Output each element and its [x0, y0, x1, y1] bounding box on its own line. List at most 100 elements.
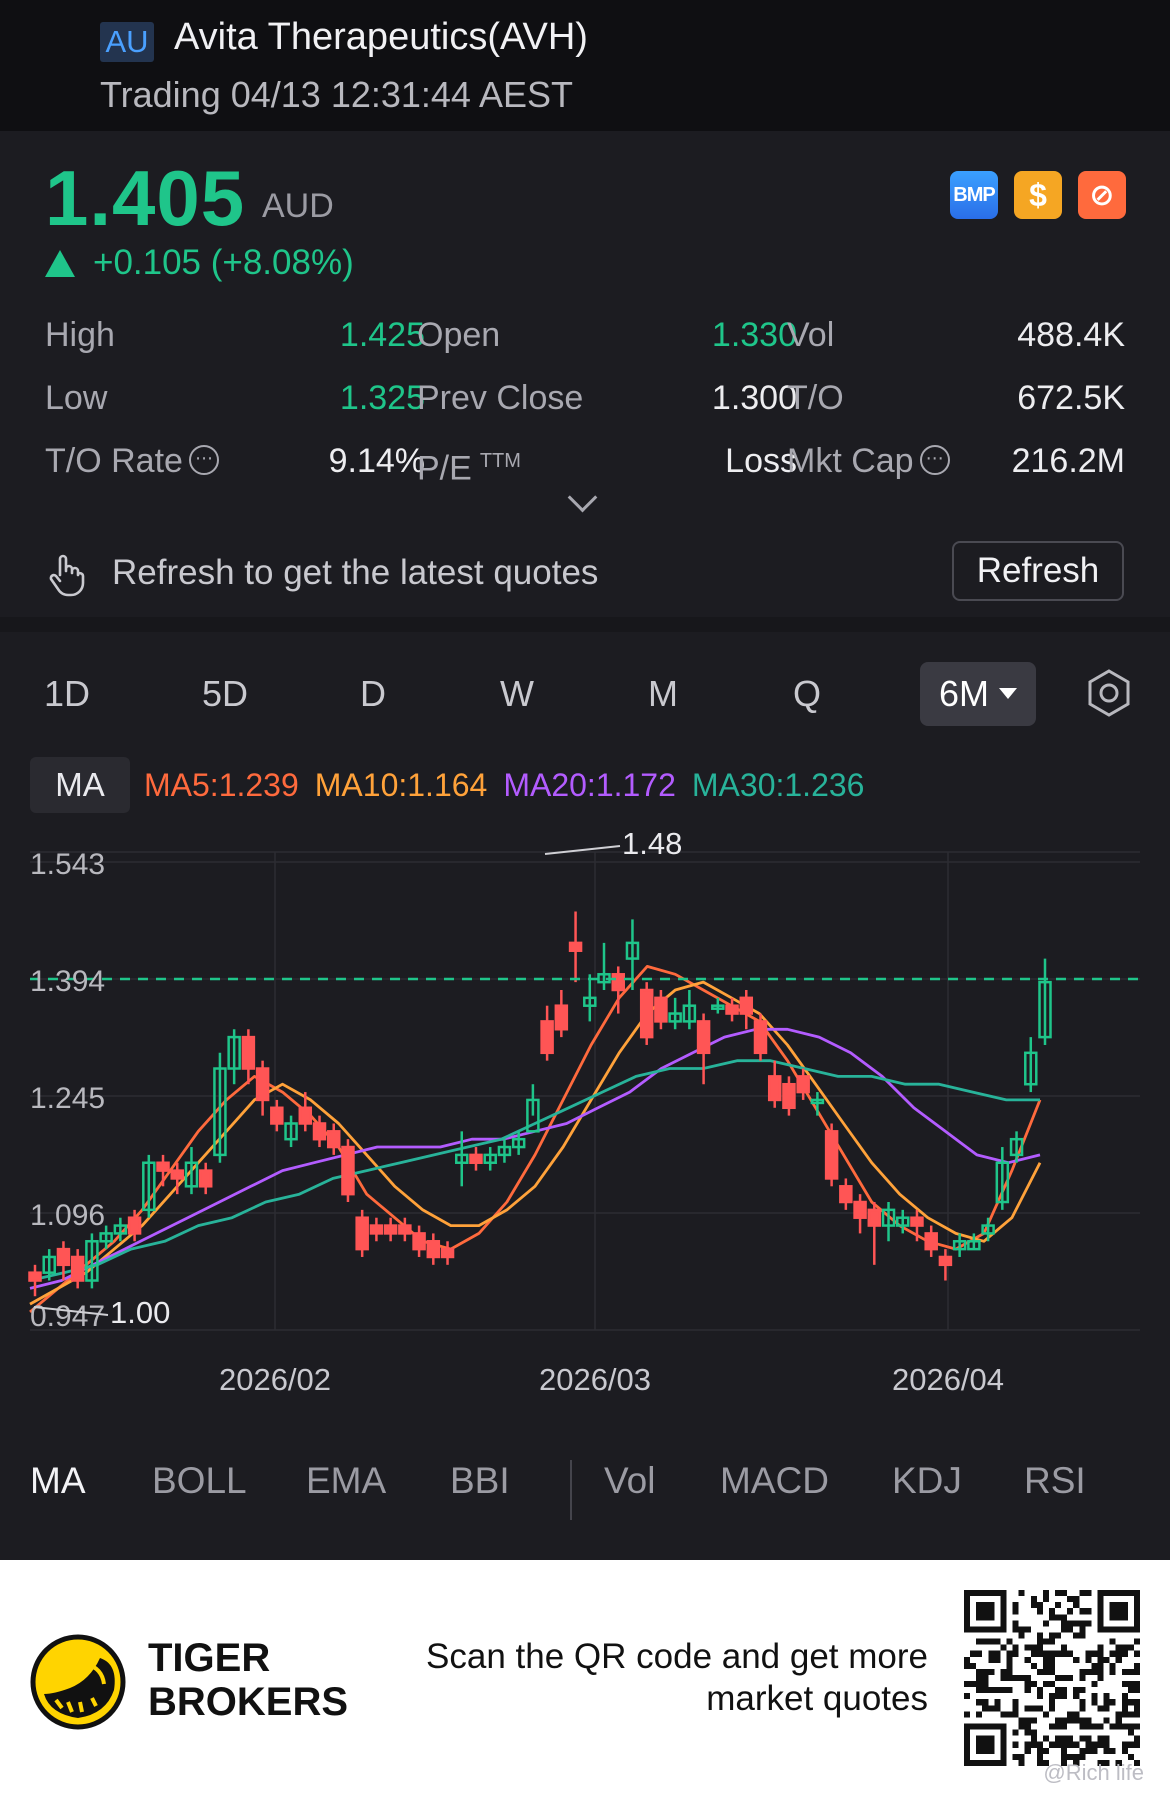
chart-settings-icon[interactable]	[1084, 668, 1134, 718]
stat-value-open: 1.330	[711, 316, 797, 354]
stat-value-high: 1.425	[339, 316, 425, 354]
ma-line-ma10	[29, 980, 1042, 1306]
watermark-text: @Rich life	[1043, 1760, 1144, 1785]
candle-body	[326, 1130, 341, 1149]
stat-value-vol: 488.4K	[1017, 316, 1125, 354]
stock-name: Avita Therapeutics(AVH)	[174, 16, 588, 58]
ma10-value: MA10:1.164	[314, 766, 488, 803]
hand-pointer-icon	[49, 554, 85, 597]
stat-label-turnover-rate: T/O Rate ⋯	[45, 437, 219, 485]
price-change: +0.105 (+8.08%)	[45, 243, 354, 283]
tab-vol[interactable]: Vol	[604, 1460, 655, 1502]
stat-label-high: High	[45, 316, 115, 354]
tab-ma[interactable]: MA	[30, 1460, 86, 1502]
candle-body	[56, 1247, 71, 1267]
bmp-icon[interactable]: BMP	[950, 171, 998, 219]
candle-body	[853, 1200, 867, 1219]
candle-body	[824, 1130, 839, 1180]
trading-status: Trading 04/13 12:31:44 AEST	[100, 74, 573, 115]
dollar-icon[interactable]: $	[1014, 171, 1062, 219]
up-arrow-icon	[45, 249, 75, 277]
low-label: 1.00	[110, 1295, 170, 1330]
candle-body	[867, 1208, 882, 1227]
candle-body	[469, 1153, 483, 1164]
candle-body	[568, 941, 583, 952]
ma-line-ma5	[29, 964, 1042, 1313]
candle-body	[767, 1075, 782, 1102]
y-tick-label: 1.096	[30, 1199, 105, 1232]
candle-body	[156, 1161, 170, 1172]
candle-body	[383, 1224, 398, 1235]
feature-icons: BMP $ ⊘	[950, 171, 1126, 219]
chart-panel: 1D 5D D W M Q 6M MA MA5:1.239 MA10:1.164…	[0, 632, 1170, 1560]
promo-footer: TIGER BROKERS Scan the QR code and get m…	[0, 1560, 1170, 1800]
tab-ema[interactable]: EMA	[306, 1460, 386, 1502]
tab-boll[interactable]: BOLL	[152, 1460, 247, 1502]
price-change-value: +0.105 (+8.08%)	[93, 243, 354, 282]
qr-code-image	[964, 1590, 1140, 1766]
candle-body	[910, 1216, 924, 1227]
tab-6m-dropdown[interactable]: 6M	[920, 662, 1036, 726]
x-tick-label: 2026/03	[539, 1362, 651, 1397]
candle-body	[198, 1169, 213, 1188]
tab-month[interactable]: M	[618, 662, 708, 726]
candle-body	[369, 1224, 384, 1235]
y-tick-label: 1.394	[30, 965, 105, 998]
tab-rsi[interactable]: RSI	[1024, 1460, 1086, 1502]
tab-5d[interactable]: 5D	[180, 662, 270, 726]
stat-label-open: Open	[417, 316, 501, 354]
last-price: 1.405	[45, 154, 246, 242]
candle-body	[654, 996, 668, 1023]
ban-icon[interactable]: ⊘	[1078, 171, 1126, 219]
tab-quarter[interactable]: Q	[762, 662, 852, 726]
candle-body	[611, 973, 625, 992]
candle-body	[753, 1020, 768, 1055]
candle-body	[241, 1035, 256, 1070]
stat-value-turnover: 672.5K	[1017, 379, 1125, 417]
stat-label-vol: Vol	[787, 316, 835, 354]
candlestick-chart[interactable]: 1.543 1.394 1.245 1.096 0.947 2026/02 2026/03…	[0, 812, 1170, 1442]
candle-body	[725, 1004, 739, 1015]
ma-selector[interactable]: MA	[30, 757, 130, 813]
candle-body	[796, 1075, 810, 1094]
tab-1d[interactable]: 1D	[22, 662, 112, 726]
stat-label-pe: P/E TTM	[417, 449, 521, 488]
candle-body	[639, 988, 654, 1039]
ma20-value: MA20:1.172	[503, 766, 676, 803]
caret-down-icon	[999, 687, 1017, 699]
candle-body	[924, 1232, 938, 1251]
tab-bbi[interactable]: BBI	[450, 1460, 510, 1502]
indicator-tabs: MA BOLL EMA BBI Vol MACD KDJ RSI	[0, 1450, 1170, 1530]
candle-body	[341, 1145, 355, 1196]
x-tick-label: 2026/04	[892, 1362, 1004, 1397]
high-marker-line	[544, 845, 621, 855]
x-tick-label: 2026/02	[219, 1362, 331, 1397]
brand-name: TIGER BROKERS	[148, 1636, 349, 1724]
ma30-value: MA30:1.236	[691, 766, 865, 803]
candle-body	[426, 1240, 441, 1259]
refresh-hint: Refresh to get the latest quotes	[112, 553, 599, 592]
tab-separator	[570, 1460, 572, 1520]
quote-panel: 1.405 AUD +0.105 (+8.08%) BMP $ ⊘ High 1…	[0, 131, 1170, 617]
tab-week[interactable]: W	[472, 662, 562, 726]
tab-kdj[interactable]: KDJ	[892, 1460, 962, 1502]
refresh-button[interactable]: Refresh	[952, 541, 1124, 601]
refresh-bar: Refresh to get the latest quotes Refresh	[0, 541, 1170, 617]
candle-body	[540, 1020, 554, 1055]
tab-macd[interactable]: MACD	[720, 1460, 829, 1502]
currency-label: AUD	[262, 187, 334, 225]
y-tick-label: 1.245	[30, 1082, 105, 1115]
candle-body	[412, 1232, 426, 1251]
candle-body	[312, 1122, 327, 1141]
stats-row: Low 1.325 Prev Close 1.300 T/O 672.5K	[45, 374, 1125, 437]
ma-legend: MA MA5:1.239 MA10:1.164 MA20:1.172 MA30:…	[30, 756, 880, 814]
tab-day[interactable]: D	[328, 662, 418, 726]
scan-prompt: Scan the QR code and get more market quo…	[426, 1637, 928, 1718]
candle-body	[28, 1271, 42, 1282]
info-icon[interactable]: ⋯	[188, 445, 219, 476]
stat-label-prev-close: Prev Close	[417, 379, 584, 417]
candle-body	[70, 1255, 85, 1282]
candle-body	[739, 996, 754, 1015]
y-tick-label: 1.543	[30, 848, 105, 881]
stat-value-turnover-rate: 9.14%	[328, 442, 425, 480]
